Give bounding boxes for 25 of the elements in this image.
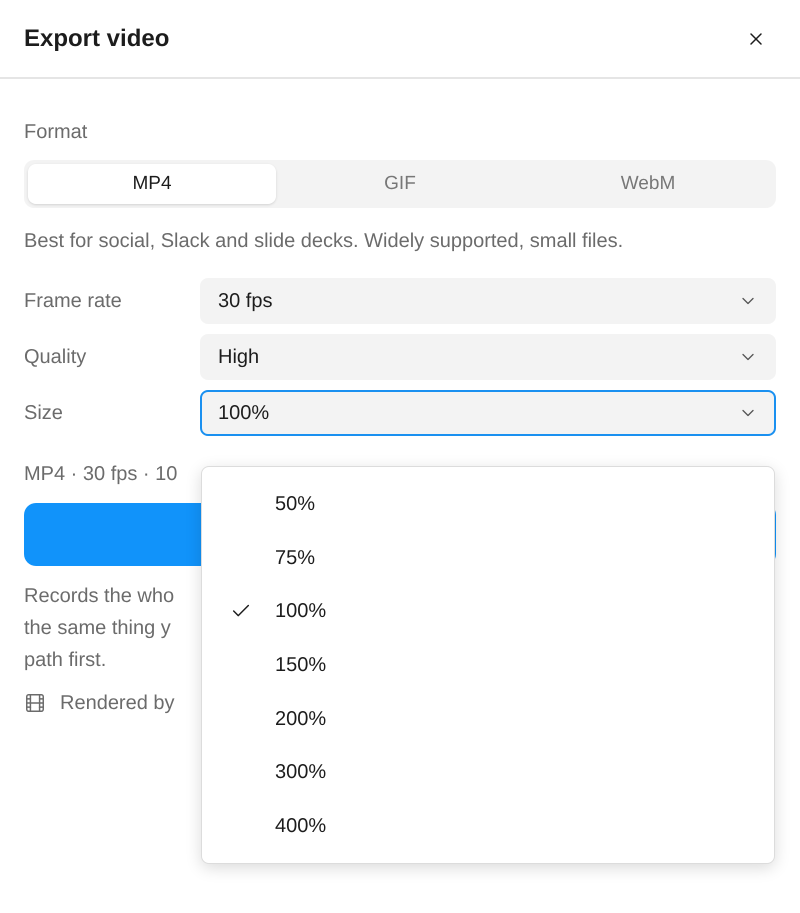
dropdown-option[interactable]: 150% [202, 638, 774, 692]
dropdown-option[interactable]: 50% [202, 477, 774, 531]
select-field[interactable]: 100% [200, 390, 776, 436]
format-description: Best for social, Slack and slide decks. Widely supported, small files. [24, 229, 624, 254]
dropdown-option[interactable]: 400% [202, 799, 774, 854]
film-icon [24, 692, 46, 714]
setting-label: Size [24, 401, 64, 426]
format-tab[interactable]: GIF [276, 164, 524, 204]
dropdown-option[interactable]: 300% [202, 746, 774, 800]
select-field[interactable]: High [200, 334, 776, 380]
dropdown-option[interactable]: 75% [202, 530, 774, 584]
format-tab[interactable]: WebM [524, 164, 772, 204]
setting-label: Quality [24, 345, 88, 370]
select-field[interactable]: 30 fps [200, 278, 776, 324]
note-text: path first. [24, 648, 106, 673]
dropdown-option[interactable]: 200% [202, 692, 774, 746]
section-label: Format [24, 120, 88, 145]
dialog-title: Export video [24, 24, 170, 54]
footer-text: Rendered by [60, 691, 175, 716]
dropdown-option[interactable]: 100% [202, 584, 774, 638]
export-summary: MP4 · 30 fps · 10 [24, 462, 178, 487]
format-tab[interactable]: MP4 [28, 164, 276, 204]
setting-label: Frame rate [24, 289, 123, 314]
note-text: Records the who [24, 584, 174, 609]
note-text: the same thing y [24, 616, 171, 641]
